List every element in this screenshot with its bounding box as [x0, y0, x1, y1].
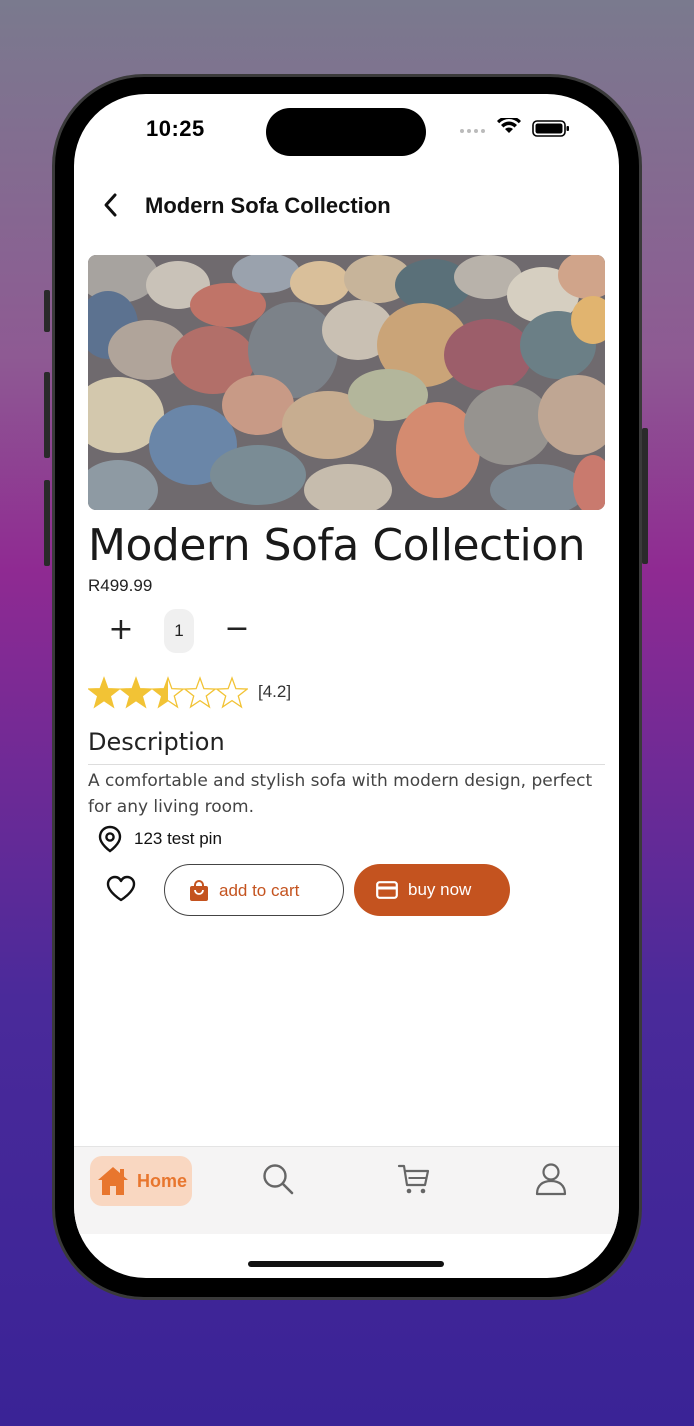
app-screen: 10:25 Modern Sofa Collection Modern Sofa…: [74, 94, 619, 1278]
home-icon: [98, 1167, 128, 1195]
add-to-cart-button[interactable]: add to cart: [164, 864, 344, 916]
tab-home[interactable]: Home: [90, 1156, 192, 1206]
location-pin-icon: [98, 825, 122, 853]
wifi-icon: [497, 118, 521, 133]
product-image[interactable]: [88, 255, 605, 510]
rating-value: [4.2]: [258, 682, 292, 701]
volume-up-button: [44, 372, 50, 458]
credit-card-icon: [376, 881, 398, 899]
profile-icon[interactable]: [533, 1161, 569, 1197]
status-time: 10:25: [146, 116, 205, 141]
location-text: 123 test pin: [134, 829, 222, 848]
status-icons: [460, 118, 569, 137]
dynamic-island: [266, 108, 426, 156]
location-row: 123 test pin: [96, 824, 396, 854]
favorite-heart-icon[interactable]: [104, 872, 138, 906]
top-nav-bar: Modern Sofa Collection: [74, 176, 619, 236]
rating: [4.2]: [88, 676, 348, 710]
mute-switch: [44, 290, 50, 332]
tab-home-label: Home: [137, 1171, 188, 1191]
buy-now-button[interactable]: buy now: [354, 864, 510, 916]
search-icon[interactable]: [260, 1161, 296, 1197]
decrease-quantity-button[interactable]: −: [220, 609, 254, 653]
star-outline: [182, 676, 218, 709]
signal-icon: [460, 129, 485, 133]
rating-stars: [88, 676, 248, 709]
home-indicator[interactable]: [248, 1261, 444, 1267]
status-bar: 10:25: [74, 94, 619, 164]
bottom-tab-bar: Home: [74, 1146, 619, 1234]
divider: [88, 764, 605, 765]
product-title: Modern Sofa Collection: [88, 520, 586, 571]
battery-icon: [532, 120, 569, 137]
action-row: add to cart buy now: [74, 862, 619, 916]
description-heading: Description: [88, 728, 225, 756]
page-title: Modern Sofa Collection: [145, 193, 391, 218]
buy-now-label: buy now: [408, 880, 472, 899]
back-arrow-icon[interactable]: [96, 190, 126, 220]
volume-down-button: [44, 480, 50, 566]
increase-quantity-button[interactable]: +: [104, 609, 138, 653]
star-outline: [214, 676, 248, 709]
shopping-bag-icon: [190, 880, 208, 901]
description-text: A comfortable and stylish sofa with mode…: [88, 771, 593, 817]
quantity-value: 1: [164, 609, 194, 653]
product-price: R499.99: [88, 576, 153, 595]
quantity-stepper: + 1 −: [104, 609, 284, 653]
add-to-cart-label: add to cart: [219, 881, 300, 900]
cart-icon[interactable]: [396, 1161, 432, 1197]
power-button: [642, 428, 648, 564]
